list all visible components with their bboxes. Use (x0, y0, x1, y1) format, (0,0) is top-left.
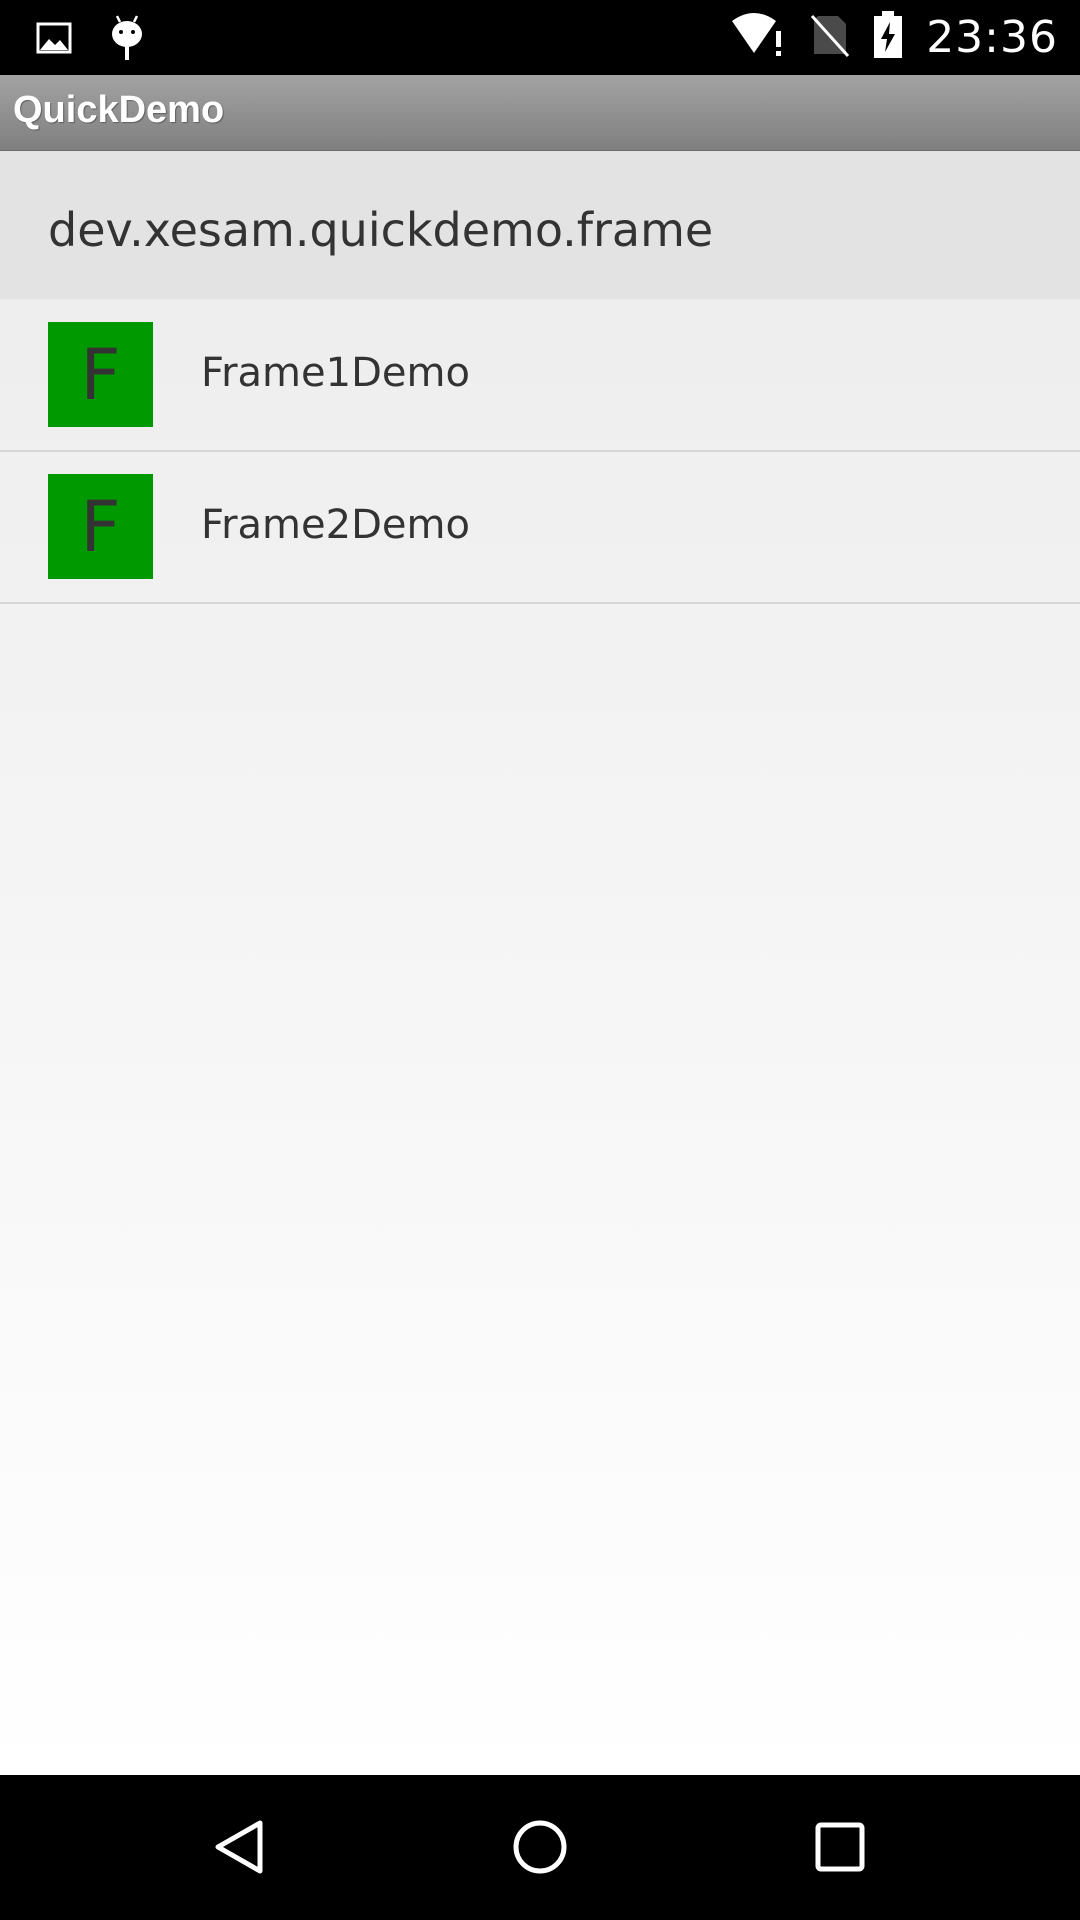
app-title: QuickDemo (13, 89, 225, 131)
list-item-frame2demo[interactable]: F Frame2Demo (0, 451, 1080, 604)
no-sim-icon (808, 12, 850, 63)
wifi-alert-icon (730, 11, 786, 64)
navigation-bar (0, 1775, 1080, 1920)
section-header: dev.xesam.quickdemo.frame (0, 151, 1080, 299)
image-icon (36, 22, 72, 59)
battery-charging-icon (872, 10, 904, 65)
letter-f-icon: F (48, 474, 153, 579)
android-icon (110, 14, 144, 67)
list-item-label: Frame1Demo (201, 350, 470, 396)
home-icon[interactable] (508, 1815, 572, 1879)
action-bar: QuickDemo (0, 75, 1080, 151)
status-bar: 23:36 (0, 0, 1080, 75)
recents-icon[interactable] (808, 1815, 872, 1879)
list-item-label: Frame2Demo (201, 502, 470, 548)
content-list: dev.xesam.quickdemo.frame F Frame1Demo F… (0, 151, 1080, 1775)
letter-f-icon: F (48, 322, 153, 427)
clock: 23:36 (926, 12, 1058, 63)
list-item-frame1demo[interactable]: F Frame1Demo (0, 299, 1080, 452)
back-icon[interactable] (208, 1815, 272, 1879)
section-title: dev.xesam.quickdemo.frame (48, 203, 714, 257)
